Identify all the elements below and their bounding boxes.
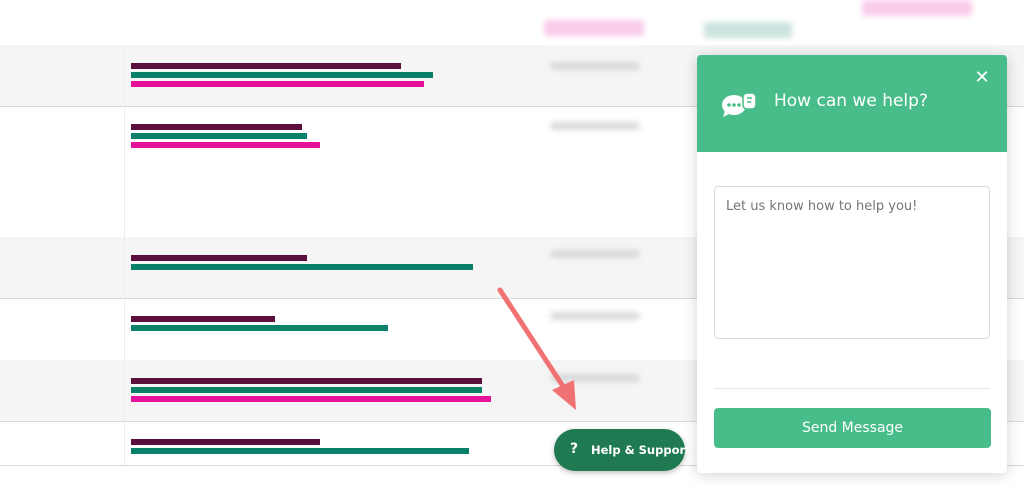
- message-input[interactable]: [714, 186, 990, 339]
- chat-bubbles-icon: [722, 92, 757, 117]
- close-icon[interactable]: ✕: [971, 67, 993, 89]
- table-row-bar: [131, 142, 320, 148]
- widget-title: How can we help?: [774, 91, 928, 111]
- divider: [714, 388, 990, 389]
- table-row-bar: [131, 325, 388, 331]
- table-row-bar: [131, 255, 307, 261]
- widget-header: How can we help? ✕: [697, 55, 1007, 152]
- send-message-button[interactable]: Send Message: [714, 408, 991, 448]
- table-row-bar: [131, 378, 482, 384]
- support-widget: How can we help? ✕ Send Message: [697, 55, 1007, 473]
- table-row-bar: [131, 396, 491, 402]
- column-divider: [124, 45, 125, 465]
- blurred-legend-chip: [862, 0, 972, 16]
- blurred-legend-chip: [544, 20, 644, 36]
- pointer-arrow-icon: [497, 287, 576, 410]
- table-row-bar: [131, 63, 401, 69]
- blurred-cell-text: [550, 250, 640, 258]
- table-row-bar: [131, 448, 469, 454]
- table-row-bar: [131, 316, 275, 322]
- blurred-legend-chip: [704, 22, 792, 38]
- table-row-bar: [131, 133, 307, 139]
- table-row-bar: [131, 81, 424, 87]
- blurred-cell-text: [550, 62, 640, 70]
- question-mark-icon: ?: [570, 441, 579, 457]
- blurred-cell-text: [550, 122, 640, 130]
- table-row-bar: [131, 387, 482, 393]
- table-row-bar: [131, 439, 320, 445]
- table-row-bar: [131, 264, 473, 270]
- table-row-bar: [131, 124, 302, 130]
- help-support-label: Help & Support: [591, 443, 691, 457]
- table-row-bar: [131, 72, 433, 78]
- help-support-button[interactable]: ? Help & Support: [554, 429, 691, 471]
